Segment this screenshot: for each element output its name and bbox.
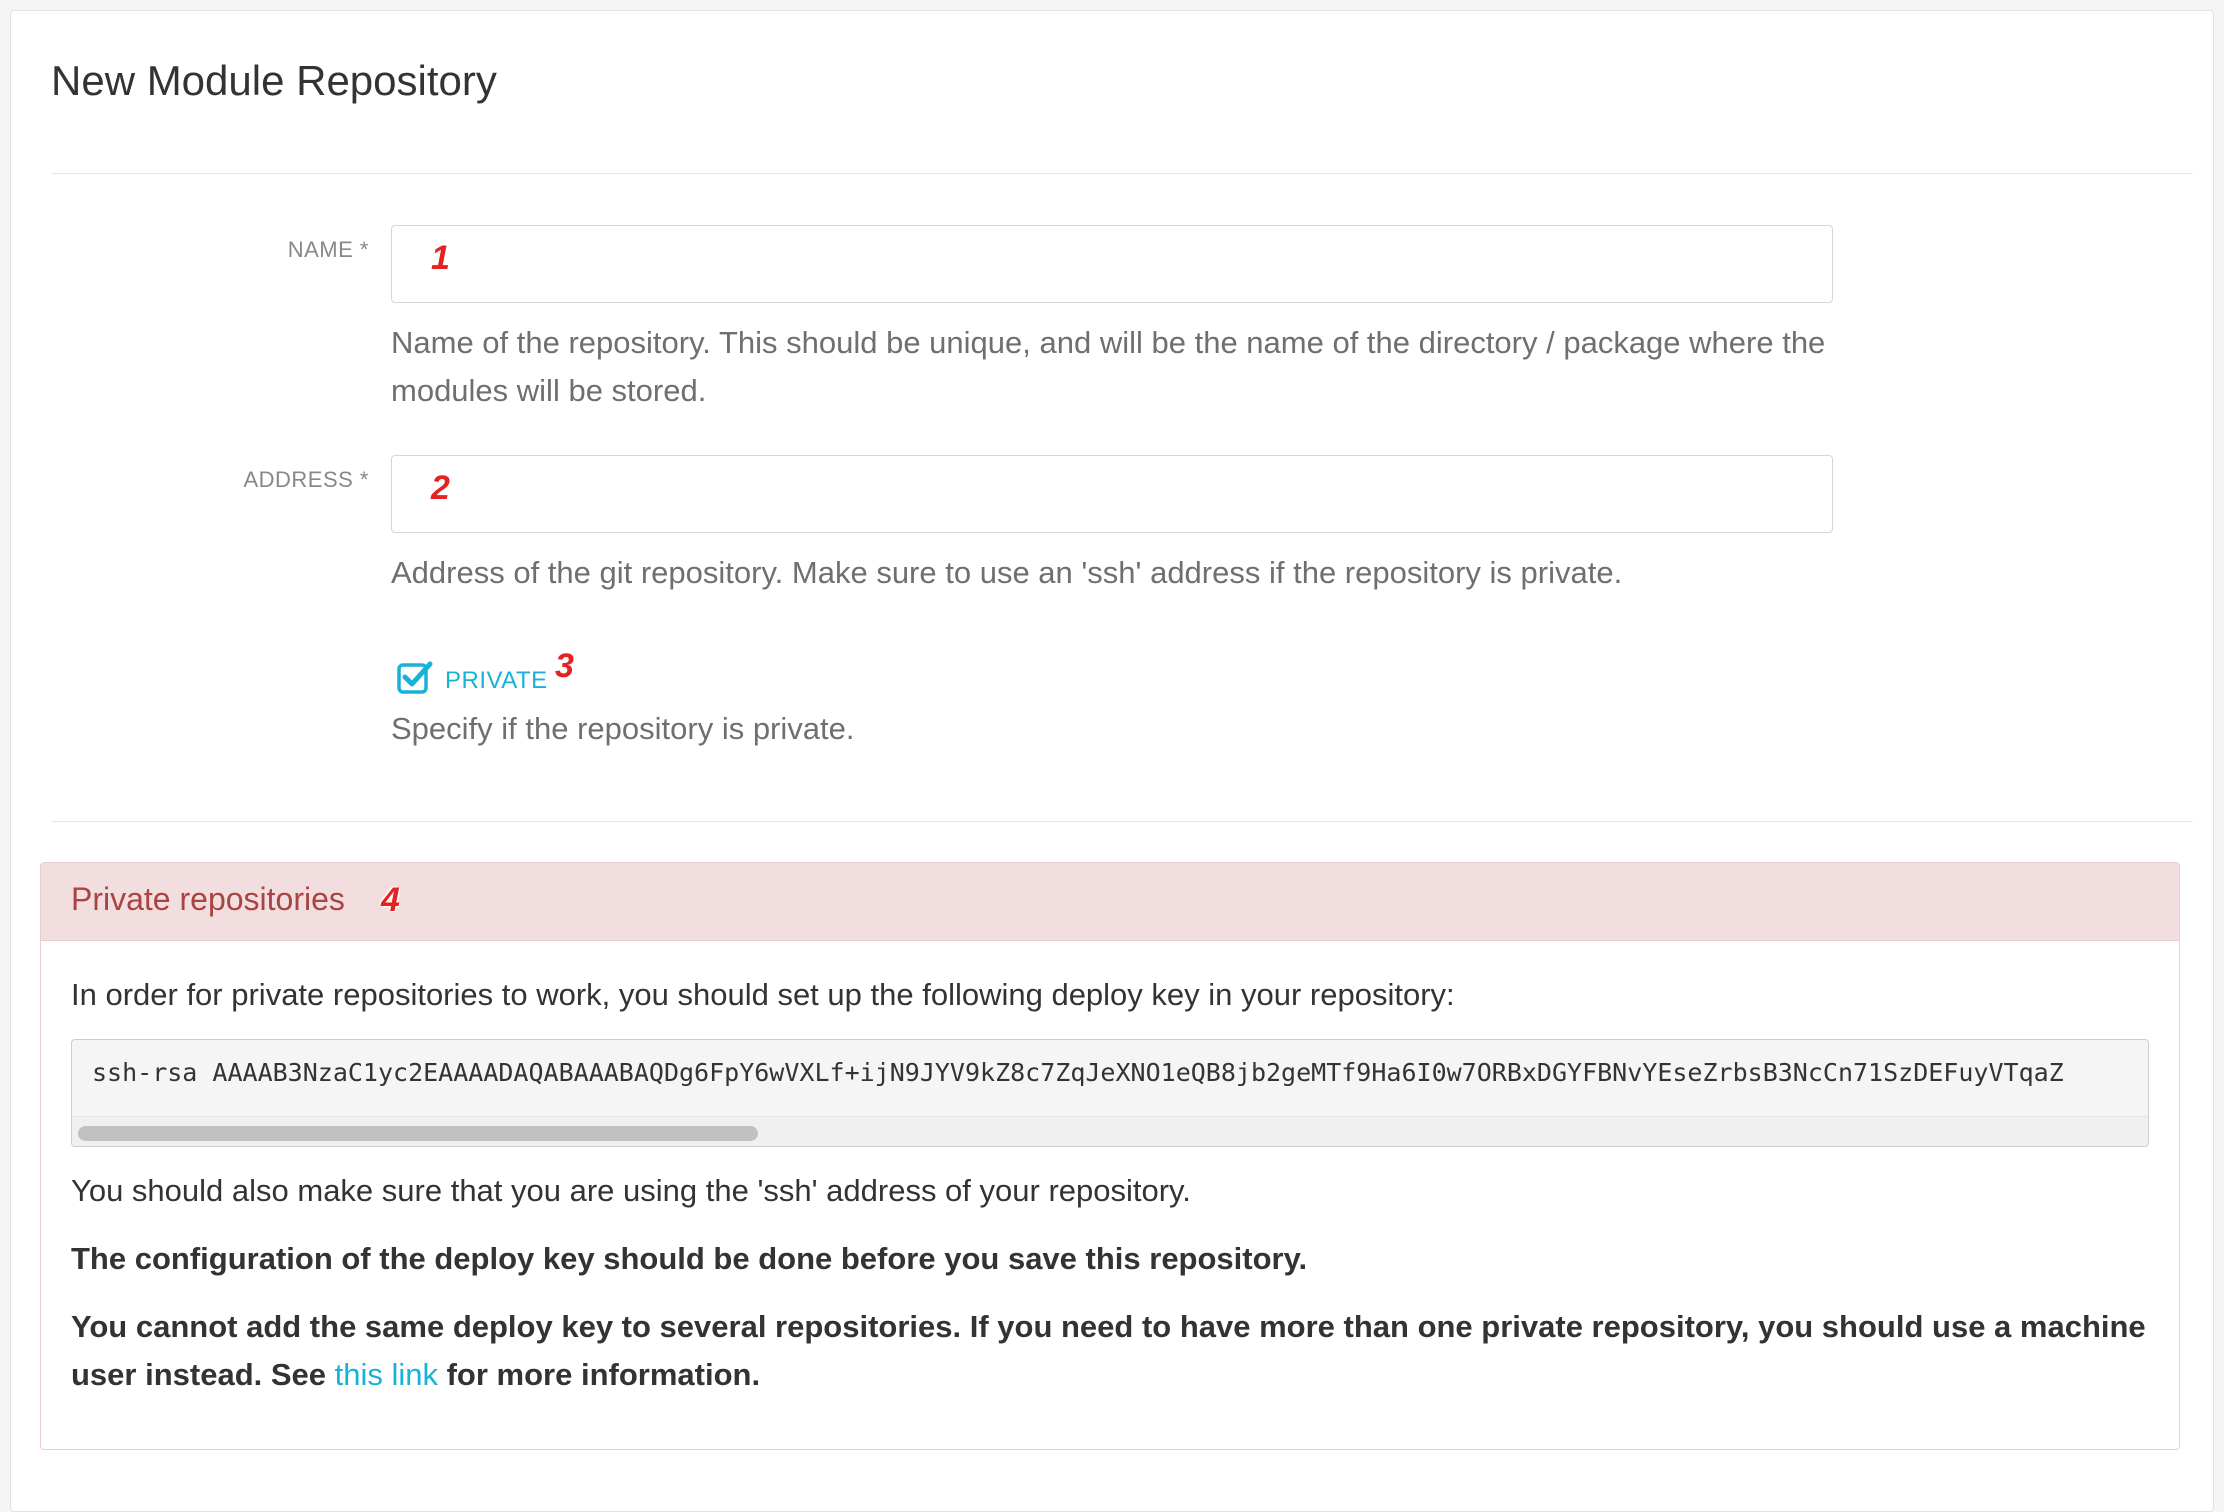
alert-title: Private repositories	[71, 881, 345, 917]
name-label: NAME *	[287, 237, 369, 262]
deploy-key-text[interactable]: ssh-rsa AAAAB3NzaC1yc2EAAAADAQABAAABAQDg…	[92, 1058, 2064, 1087]
annotation-marker-4: 4	[381, 881, 400, 919]
horizontal-scrollbar[interactable]	[72, 1116, 2148, 1146]
private-checkbox-label[interactable]: PRIVATE	[445, 659, 548, 695]
annotation-marker-3: 3	[555, 647, 574, 685]
annotation-marker-1: 1	[431, 239, 450, 277]
deploy-key-code-block[interactable]: ssh-rsa AAAAB3NzaC1yc2EAAAADAQABAAABAQDg…	[71, 1039, 2149, 1147]
page-title: New Module Repository	[51, 57, 497, 104]
machine-user-warning-suffix: for more information.	[438, 1357, 761, 1392]
checkbox-checked-icon[interactable]	[397, 660, 433, 694]
name-input[interactable]	[391, 225, 1833, 303]
ssh-address-note: You should also make sure that you are u…	[71, 1173, 1191, 1208]
more-info-link[interactable]: this link	[335, 1357, 438, 1392]
deploy-key-config-note: The configuration of the deploy key shou…	[71, 1241, 1308, 1276]
header-divider	[51, 173, 2193, 174]
address-label: ADDRESS *	[243, 467, 369, 492]
alert-intro-text: In order for private repositories to wor…	[71, 977, 1455, 1012]
alert-heading: Private repositories 4	[41, 863, 2179, 941]
private-help-text: Specify if the repository is private.	[391, 711, 855, 746]
address-help-text: Address of the git repository. Make sure…	[391, 555, 1623, 590]
annotation-marker-2: 2	[431, 469, 450, 507]
scrollbar-thumb[interactable]	[78, 1126, 758, 1141]
private-checkbox-row[interactable]: PRIVATE	[397, 647, 548, 707]
name-help-text: Name of the repository. This should be u…	[391, 325, 1826, 408]
address-input[interactable]	[391, 455, 1833, 533]
section-divider	[51, 821, 2193, 822]
machine-user-warning: You cannot add the same deploy key to se…	[71, 1303, 2151, 1399]
private-repositories-alert: Private repositories 4 In order for priv…	[40, 862, 2180, 1450]
